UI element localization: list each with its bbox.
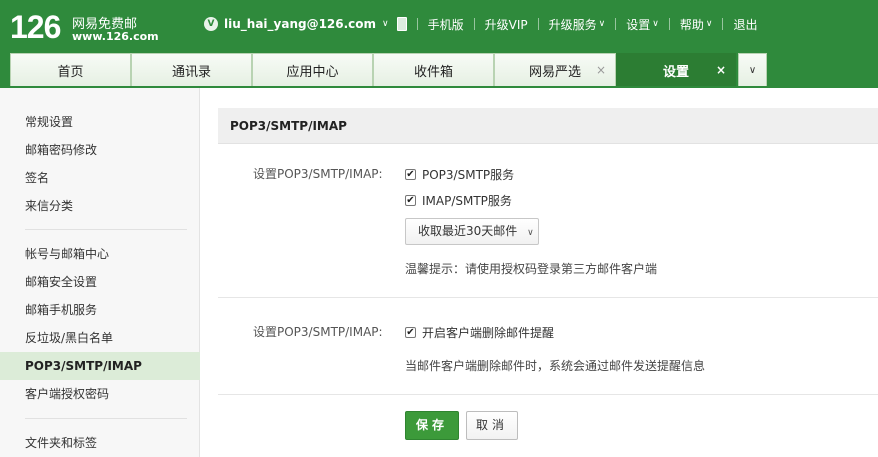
more-tabs-button[interactable]: ∨ [738, 53, 767, 86]
sidebar-item-client-auth-code[interactable]: 客户端授权密码 [0, 380, 200, 408]
divider [722, 18, 724, 30]
tab-app-center[interactable]: 应用中心 [252, 53, 373, 86]
delete-reminder-tip: 当邮件客户端删除邮件时，系统会通过邮件发送提醒信息 [405, 359, 706, 373]
sidebar-item-mobile-service[interactable]: 邮箱手机服务 [0, 296, 200, 324]
divider [668, 18, 670, 30]
chevron-down-icon: ∨ [748, 64, 757, 76]
sidebar-divider [25, 418, 187, 419]
checkbox-label: POP3/SMTP服务 [422, 168, 515, 182]
sidebar-item-folders-labels[interactable]: 文件夹和标签 [0, 429, 200, 457]
section-divider [218, 297, 878, 298]
header-bar: 126 网易免费邮 www.126.com V liu_hai_yang@126… [0, 0, 878, 88]
chevron-down-icon[interactable]: ∨ [382, 19, 389, 29]
logo-url: www.126.com [72, 30, 159, 43]
sidebar-item-general[interactable]: 常规设置 [0, 108, 200, 136]
receive-range-select[interactable]: 收取最近30天邮件 ∨ [405, 218, 539, 245]
tab-settings[interactable]: 设置 × [616, 53, 736, 86]
tab-label: 收件箱 [413, 64, 453, 80]
delete-reminder-checkbox[interactable]: ✔ 开启客户端删除邮件提醒 [405, 324, 554, 341]
tab-label: 首页 [57, 64, 84, 80]
tab-inbox[interactable]: 收件箱 [373, 53, 494, 86]
chevron-down-icon: ∨ [527, 228, 534, 238]
settings-sidebar: 常规设置 邮箱密码修改 签名 来信分类 帐号与邮箱中心 邮箱安全设置 邮箱手机服… [0, 88, 200, 457]
settings-content: POP3/SMTP/IMAP 设置POP3/SMTP/IMAP: ✔ POP3/… [200, 88, 878, 457]
chevron-down-icon[interactable]: ∨ [706, 19, 713, 29]
sidebar-divider [25, 229, 187, 230]
tab-contacts[interactable]: 通讯录 [131, 53, 252, 86]
tab-label: 设置 [662, 64, 689, 80]
close-icon[interactable]: × [596, 63, 606, 77]
logout-link[interactable]: 退出 [733, 16, 757, 33]
logo-number: 126 [10, 9, 61, 45]
upgrade-service-menu[interactable]: 升级服务 [549, 16, 597, 33]
close-icon[interactable]: × [716, 63, 726, 77]
pop3-smtp-checkbox[interactable]: ✔ POP3/SMTP服务 [405, 166, 514, 183]
imap-smtp-checkbox[interactable]: ✔ IMAP/SMTP服务 [405, 192, 512, 209]
chevron-down-icon[interactable]: ∨ [652, 19, 659, 29]
help-menu[interactable]: 帮助 [680, 16, 704, 33]
sidebar-item-security[interactable]: 邮箱安全设置 [0, 268, 200, 296]
checkmark-icon[interactable]: ✔ [405, 195, 416, 206]
tab-label: 通讯录 [171, 64, 211, 80]
mobile-version-link[interactable]: 手机版 [428, 16, 464, 33]
sidebar-item-account-center[interactable]: 帐号与邮箱中心 [0, 240, 200, 268]
divider [416, 18, 418, 30]
sidebar-item-pop3-smtp-imap[interactable]: POP3/SMTP/IMAP [0, 352, 200, 380]
tab-label: 网易严选 [528, 64, 581, 80]
tab-label: 应用中心 [286, 64, 339, 80]
sidebar-item-antispam[interactable]: 反垃圾/黑白名单 [0, 324, 200, 352]
checkmark-icon[interactable]: ✔ [405, 169, 416, 180]
auth-code-tip: 温馨提示：请使用授权码登录第三方邮件客户端 [405, 262, 658, 276]
divider [615, 18, 617, 30]
tab-yanxuan[interactable]: 网易严选 × [494, 53, 616, 86]
tab-bar: 首页 通讯录 应用中心 收件箱 网易严选 × 设置 × ∨ [10, 53, 767, 86]
cancel-button[interactable]: 取消 [466, 411, 518, 440]
sidebar-item-password[interactable]: 邮箱密码修改 [0, 136, 200, 164]
save-button[interactable]: 保存 [405, 411, 459, 440]
select-value: 收取最近30天邮件 [418, 224, 518, 238]
divider [473, 18, 475, 30]
section-divider [218, 394, 878, 395]
top-nav: V liu_hai_yang@126.com ∨ 手机版 升级VIP 升级服务 … [204, 13, 758, 35]
sidebar-item-mail-filter[interactable]: 来信分类 [0, 192, 200, 220]
upgrade-vip-link[interactable]: 升级VIP [485, 16, 528, 33]
chevron-down-icon[interactable]: ∨ [599, 19, 606, 29]
settings-menu[interactable]: 设置 [626, 16, 650, 33]
tab-home[interactable]: 首页 [10, 53, 131, 86]
checkbox-label: 开启客户端删除邮件提醒 [422, 326, 555, 340]
section-title: POP3/SMTP/IMAP [218, 108, 878, 144]
checkmark-icon[interactable]: ✔ [405, 327, 416, 338]
settings-label: 设置POP3/SMTP/IMAP: [253, 167, 383, 181]
sidebar-item-signature[interactable]: 签名 [0, 164, 200, 192]
user-account[interactable]: liu_hai_yang@126.com [224, 17, 376, 31]
phone-icon[interactable] [396, 17, 407, 31]
settings-label: 设置POP3/SMTP/IMAP: [253, 325, 383, 339]
vip-badge-icon: V [204, 17, 218, 31]
checkbox-label: IMAP/SMTP服务 [422, 194, 512, 208]
divider [537, 18, 539, 30]
